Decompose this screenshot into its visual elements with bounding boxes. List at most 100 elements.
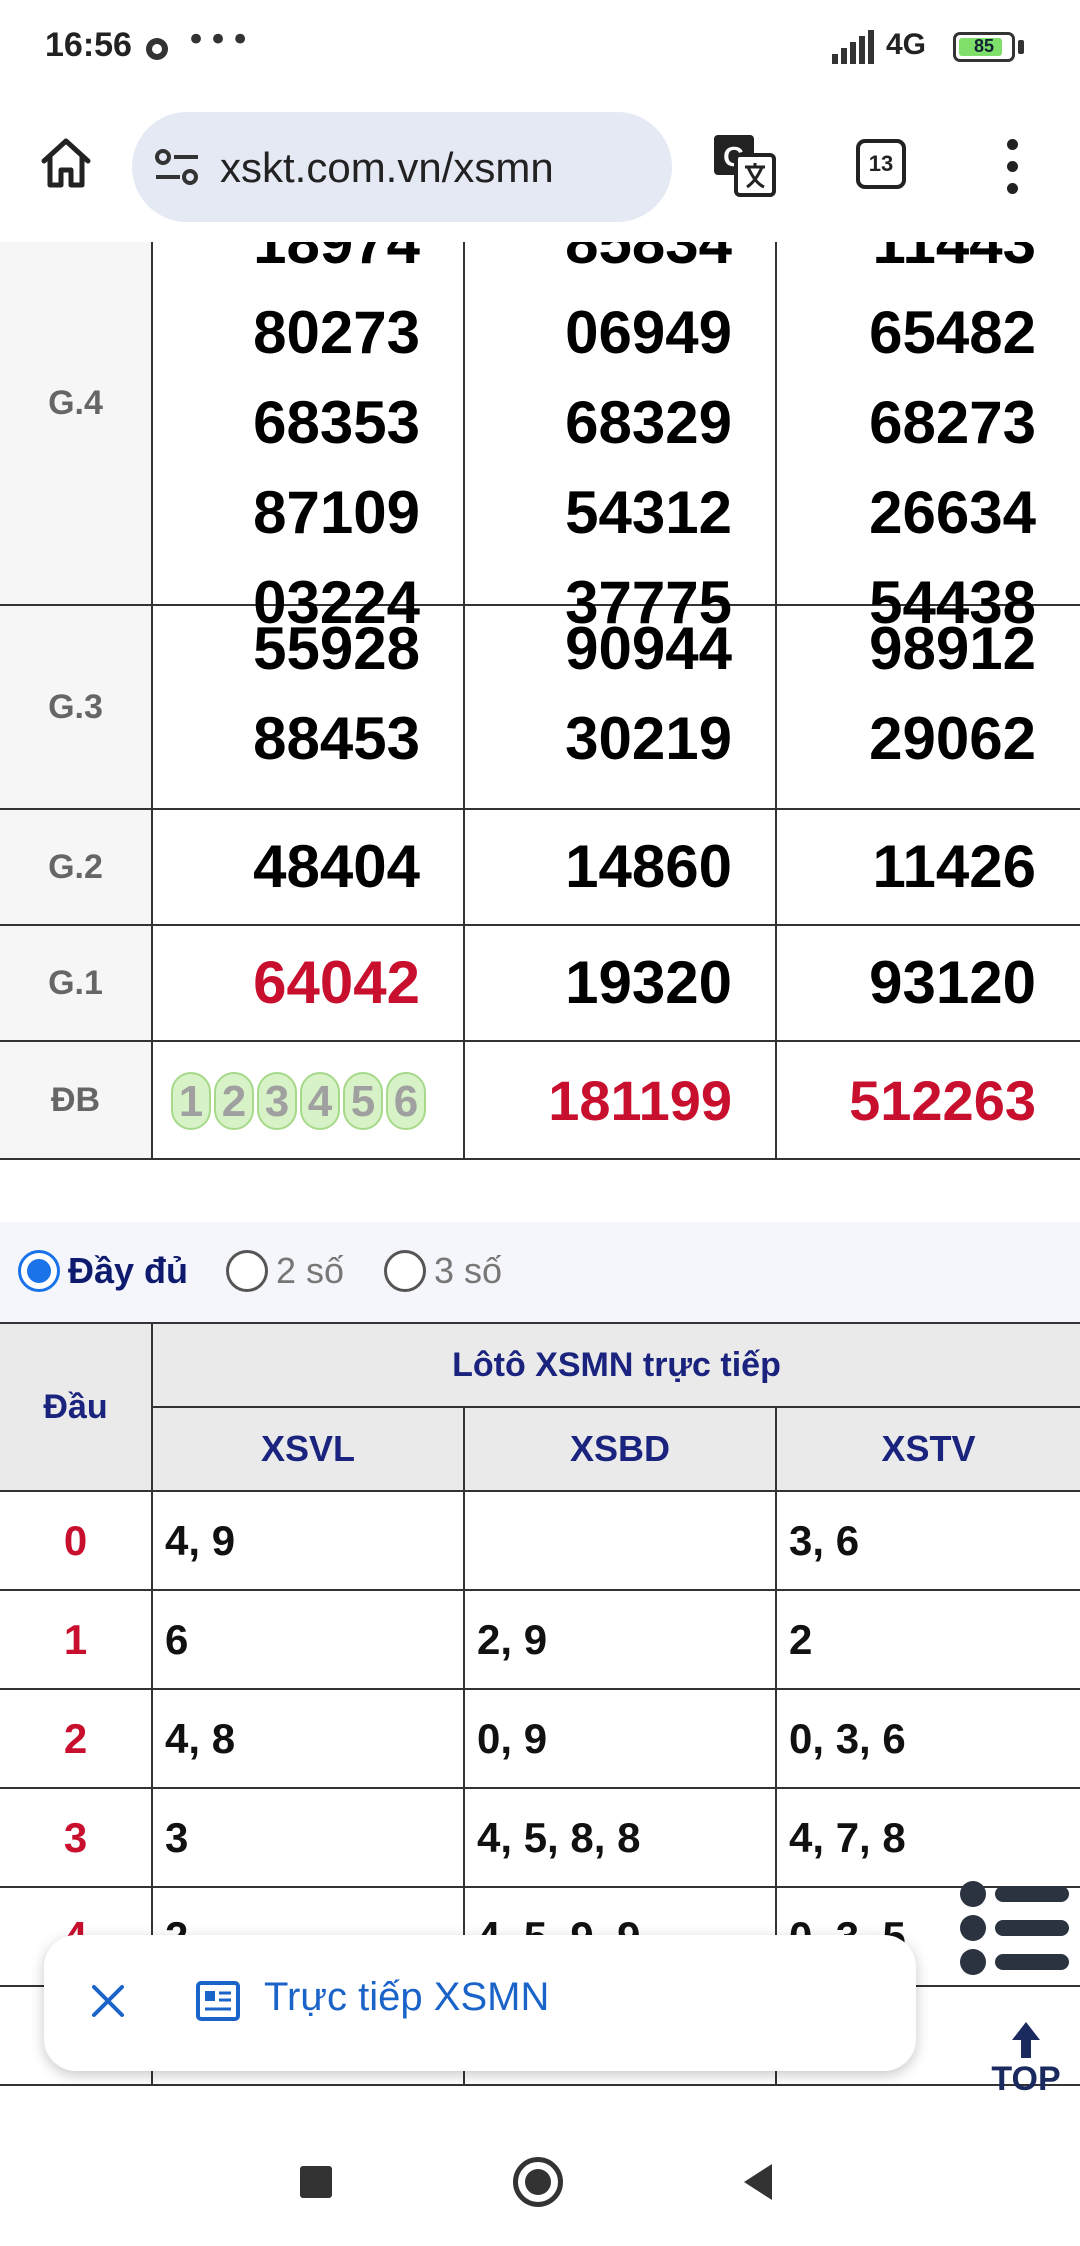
address-bar[interactable]: xskt.com.vn/xsmn	[132, 112, 672, 222]
result-cell-xsvl: 18974 80273 68353 87109 03224	[153, 242, 465, 634]
loto-cell: 2	[789, 1615, 813, 1663]
result-number: 87109	[253, 479, 420, 546]
loto-row-3: 3 3 4, 5, 8, 8 4, 7, 8	[0, 1789, 1080, 1888]
arrow-up-icon[interactable]	[1010, 2020, 1042, 2060]
battery-icon: 85	[953, 32, 1015, 62]
radio-3-digits[interactable]: 3 số	[384, 1250, 502, 1292]
result-number: 85834	[565, 242, 732, 276]
result-number: 93120	[869, 949, 1036, 1016]
result-number: 88453	[253, 705, 420, 772]
result-cell-xsbd: 85834 06949 68329 54312 37775	[465, 242, 777, 634]
pending-digit: 2	[214, 1072, 254, 1130]
result-cell-xsvl: 1 2 3 4 5 6	[153, 1042, 465, 1158]
loto-title: Lôtô XSMN trực tiếp	[153, 1322, 1080, 1408]
notification-icon	[146, 38, 168, 60]
live-results-banner[interactable]: Trực tiếp XSMN	[44, 1935, 916, 2071]
result-number: 30219	[565, 705, 732, 772]
prize-label: ĐB	[0, 1042, 153, 1158]
loto-cell: 3, 6	[789, 1516, 860, 1564]
loto-cell: 3	[153, 1789, 465, 1886]
radio-label[interactable]: Đầy đủ	[68, 1250, 188, 1292]
result-cell-xsvl: 55928 88453	[153, 606, 465, 808]
status-time: 16:56	[45, 26, 132, 64]
battery-cap	[1018, 40, 1024, 54]
result-cell-xsbd: 90944 30219	[465, 606, 777, 808]
prize-label: G.2	[0, 810, 153, 924]
pending-digit: 3	[257, 1072, 297, 1130]
prize-row-g2: G.2 48404 14860 11426	[0, 810, 1080, 926]
dau-digit: 3	[0, 1789, 153, 1886]
result-number: 80273	[253, 299, 420, 366]
prize-row-g4: G.4 18974 80273 68353 87109 03224 85834 …	[0, 242, 1080, 634]
result-number-highlight: 64042	[253, 949, 420, 1016]
result-number: 18974	[253, 242, 420, 276]
signal-icon	[832, 30, 874, 64]
loto-row-2: 2 4, 8 0, 9 0, 3, 6	[0, 1690, 1080, 1789]
radio-label[interactable]: 2 số	[276, 1250, 344, 1292]
dau-digit: 2	[0, 1690, 153, 1787]
loto-row-0: 0 4, 9 3, 6	[0, 1492, 1080, 1591]
live-banner-label[interactable]: Trực tiếp XSMN	[264, 1975, 549, 2020]
close-icon[interactable]	[86, 1979, 130, 2023]
result-number: 11426	[872, 833, 1036, 900]
dau-digit: 1	[0, 1591, 153, 1688]
system-nav-bar	[0, 2114, 1080, 2246]
prize-row-g3: G.3 55928 88453 90944 30219 98912 29062	[0, 606, 1080, 810]
prize-row-g1: G.1 64042 19320 93120	[0, 926, 1080, 1042]
loto-cell: 4, 8	[153, 1690, 465, 1787]
result-cell-xsvl: 64042	[153, 926, 465, 1040]
loto-cell: 0, 3, 6	[789, 1714, 906, 1762]
tab-switcher-button[interactable]: 13	[856, 139, 906, 189]
scroll-top-label[interactable]: TOP	[986, 2060, 1066, 2099]
loto-filter: Đầy đủ 2 số 3 số	[0, 1222, 1080, 1322]
radio-unchecked-icon[interactable]	[226, 1250, 268, 1292]
more-menu-icon[interactable]	[996, 139, 1032, 195]
loto-cell: 6	[153, 1591, 465, 1688]
result-number: 68329	[565, 389, 732, 456]
radio-checked-icon[interactable]	[18, 1250, 60, 1292]
dau-header: Đầu	[0, 1322, 153, 1492]
url-text[interactable]: xskt.com.vn/xsmn	[220, 144, 554, 192]
result-cell-xstv: 512263	[777, 1042, 1080, 1158]
result-number: 68273	[869, 389, 1036, 456]
pending-digit: 5	[343, 1072, 383, 1130]
result-cell-xsbd: 181199	[465, 1042, 777, 1158]
result-cell-xstv: 93120	[777, 926, 1080, 1040]
result-cell-xstv: 11426	[777, 810, 1080, 924]
loto-cell: 0, 9	[465, 1690, 777, 1787]
home-icon[interactable]	[38, 135, 94, 191]
column-header-xstv: XSTV	[777, 1408, 1080, 1492]
recent-apps-icon[interactable]	[300, 2166, 332, 2198]
pending-draw-indicator: 1 2 3 4 5 6	[171, 1072, 429, 1130]
list-menu-icon[interactable]	[957, 1878, 1073, 1978]
back-icon[interactable]	[744, 2164, 772, 2200]
prize-label: G.1	[0, 926, 153, 1040]
loto-row-1: 1 6 2, 9 2	[0, 1591, 1080, 1690]
battery-level: 85	[973, 36, 995, 56]
radio-unchecked-icon[interactable]	[384, 1250, 426, 1292]
result-number: 90944	[565, 615, 732, 682]
radio-label[interactable]: 3 số	[434, 1250, 502, 1292]
browser-toolbar: xskt.com.vn/xsmn G 13	[0, 95, 1080, 242]
result-cell-xsvl: 48404	[153, 810, 465, 924]
radio-2-digits[interactable]: 2 số	[226, 1250, 344, 1292]
result-number: 19320	[565, 949, 732, 1016]
special-prize-number: 181199	[548, 1069, 732, 1132]
pending-digit: 6	[386, 1072, 426, 1130]
pending-digit: 1	[171, 1072, 211, 1130]
result-number: 98912	[869, 615, 1036, 682]
translate-icon[interactable]: G	[712, 133, 776, 197]
scroll-top-button[interactable]: TOP	[986, 2014, 1066, 2104]
result-cell-xsbd: 14860	[465, 810, 777, 924]
loto-cell: 4, 7, 8	[789, 1813, 906, 1861]
radio-full[interactable]: Đầy đủ	[18, 1250, 188, 1292]
status-bar: 16:56 ••• 4G 85	[0, 0, 1080, 95]
column-header-xsbd: XSBD	[465, 1408, 777, 1492]
more-notifications-icon: •••	[186, 20, 253, 60]
site-settings-icon[interactable]	[154, 147, 200, 187]
pending-digit: 4	[300, 1072, 340, 1130]
prize-label: G.3	[0, 606, 153, 808]
home-nav-icon[interactable]	[513, 2157, 563, 2207]
column-header-xsvl: XSVL	[153, 1408, 465, 1492]
result-cell-xstv: 11443 65482 68273 26634 54438	[777, 242, 1080, 634]
